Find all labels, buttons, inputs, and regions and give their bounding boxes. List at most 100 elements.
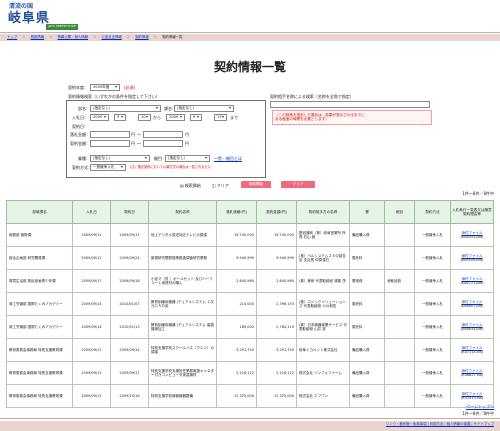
table-cell: 2009/09/17 (110, 223, 149, 247)
breadcrumb: トップ＞ 県政情報＞ 情報公開・個人情報＞ 公金支出情報＞ 契約情報＞ 契約情報… (0, 34, 500, 41)
date-to-day[interactable]: 17 (214, 114, 227, 121)
partner-name-input[interactable] (270, 101, 430, 108)
ka-select[interactable]: (指定なし) (174, 105, 234, 112)
table-cell: 数冠通商（株）岐阜営業所 所長 石山 誠 (296, 223, 350, 247)
breadcrumb-top[interactable]: トップ (7, 35, 17, 39)
col-header-keiyakubi: 契約日 (110, 200, 149, 224)
col-header-ichiran: 入札執行一覧表又は随意契約理由等 (450, 200, 494, 224)
table-row: 教育委員会事務局 特別支援教育課 2009/09/11 2009/10/16 特別支援… (6, 384, 494, 408)
col-header-aitekata: 契約相手方の名称 (296, 200, 350, 224)
table-cell: 189,000 (216, 315, 257, 339)
year-select[interactable]: 2009年度 (90, 84, 120, 91)
clear-icon[interactable]: ◫クリア (212, 183, 229, 189)
attachment-filename: (K07114.xls) (460, 350, 484, 354)
table-cell: 3,291,750 (256, 338, 297, 362)
table-cell: 小径マ（質 ）ボールセット 及びハーフコート用資材の購入 (148, 269, 217, 293)
table-cell: 教育委員会事務局 特別支援教育課 (6, 338, 73, 362)
table-cell: 2009/09/11 (72, 338, 111, 362)
site-logo[interactable]: 岐阜県 (8, 11, 50, 27)
search-button[interactable]: 検索開始 (241, 181, 271, 188)
table-cell: 2009/09/17 (72, 269, 111, 293)
kingaku-to-input[interactable] (143, 131, 183, 138)
table-cell: 2009/09/11 (72, 361, 111, 385)
keiyaku-yen-1: 円 (131, 141, 135, 146)
saimoku-select[interactable]: (指定なし) (165, 155, 210, 162)
required-mark: (必須) (124, 85, 136, 90)
table-cell: 2,640,960 (256, 269, 297, 293)
table-cell: 総合企画部 研究開発課 (6, 246, 73, 270)
clear-button[interactable]: クリア (281, 181, 315, 188)
table-cell: 2009/09/17 (110, 361, 149, 385)
keiyaku-kingaku-from-input[interactable] (90, 140, 130, 147)
table-cell: 一般競争入札 (414, 269, 451, 293)
table-cell: 2,396,153 (256, 292, 297, 316)
kingaku-from-input[interactable] (90, 131, 130, 138)
table-cell: 9,940,999 (216, 246, 257, 270)
date-to-month[interactable]: 9 (190, 114, 202, 121)
table-cell: 2009/09/14 (72, 315, 111, 339)
date-from-month[interactable]: 9 (114, 114, 126, 121)
date-from-year[interactable]: 2009 (90, 114, 109, 121)
table-cell: 教育委員会事務局 特別支援教育課 (6, 361, 73, 385)
table-cell: 特別支援学校スクールバス（ウエン）の調達 (148, 338, 217, 362)
keiyaku-kingaku-to-input[interactable] (143, 140, 183, 147)
breadcrumb-keiyaku[interactable]: 契約情報 (135, 35, 149, 39)
table-cell: 教育委員会事務局 特別支援教育課 (6, 384, 73, 408)
search-start-text: 検索開始 (184, 183, 201, 188)
footer-links[interactable]: リンク・著作権・免責事項 | 利用方法 | 個人情報の保護 | サイトマップ (386, 422, 494, 426)
table-header-row: 部局課名 入札日 契約日 契約名称 落札価格(円) 契約金額(円) 契約相手方の… (6, 200, 494, 224)
table-cell: (株）美研 代表取締役 清藤 茂 (296, 269, 350, 293)
logo-subtitle: GIFU PREFECTURE (46, 24, 78, 30)
partner-note: （この検索を指定した場合は、結果が表示されるまでに ある程度の時間を必要とします… (272, 110, 432, 125)
table-cell: 備品購入費 (349, 338, 385, 362)
breadcrumb-joho-kokai[interactable]: 情報公開・個人情報 (58, 35, 89, 39)
saimoku-help-link[interactable]: 一覧・細目とは (214, 156, 242, 162)
search-icon[interactable]: ▤検索開始 (180, 183, 201, 189)
attachment-cell: 添付ファイル (K06553.pdf) (450, 223, 494, 247)
table-cell: 一般競争入札 (414, 246, 451, 270)
table-cell: 19,740,000 (256, 223, 297, 247)
breadcrumb-current: 契約情報一覧 (162, 35, 183, 40)
table-cell: 需用費 (349, 269, 385, 293)
hoshiki-label: 契約方式： (72, 165, 92, 170)
table-cell: 2,784,119 (256, 315, 297, 339)
table-cell (384, 292, 415, 316)
kingaku-label: 落札金額： (70, 132, 90, 137)
table-cell (384, 223, 415, 247)
attachment-cell: 添付ファイル (K06634.pdf) (450, 315, 494, 339)
bu-select[interactable]: (指定なし) (90, 105, 161, 112)
year-label: 契約年度： (68, 85, 88, 90)
table-cell: 委託料 (349, 315, 385, 339)
page-title: 契約情報一覧 (213, 60, 286, 74)
attachment-filename: (K06721.pdf) (460, 281, 484, 285)
table-cell: 岐阜トヨペット株式会社 (296, 338, 350, 362)
date-to-year[interactable]: 2009 (166, 114, 185, 121)
table-cell (384, 246, 415, 270)
gyoshu-select[interactable]: (指定なし) (90, 155, 150, 162)
table-row: 総合企画部 研究開発課 2009/09/11 2009/09/24 新規研究開発施策推… (6, 246, 494, 270)
hoshiki-select[interactable]: 一般競争入札 (90, 164, 126, 171)
table-cell: 2,216,172 (256, 361, 297, 385)
table-row: 総務部 管財課 2009/09/11 2009/09/17 地上デジタル放送対応テレビ… (6, 223, 494, 247)
table-cell: 2009/09/11 (72, 384, 111, 408)
table-cell: 委託料 (349, 246, 385, 270)
table-cell: 株式会社 インフォファーム (296, 361, 350, 385)
breadcrumb-kensei[interactable]: 県政情報 (31, 35, 45, 39)
footer-divider (0, 418, 500, 419)
table-cell: 2009/09/11 (72, 246, 111, 270)
gyoshu-label: 業種： (78, 156, 90, 161)
table-cell: 17,325,000 (216, 384, 257, 408)
hoshiki-note: (注）随意契約において公募方式の場合は一覧されません (130, 165, 211, 169)
col-header-saimoku: 細目 (384, 200, 415, 224)
table-cell: 2009/09/14 (72, 292, 111, 316)
attachment-cell: 添付ファイル (K06559.pdf) (450, 246, 494, 270)
table-cell (384, 338, 415, 362)
table-cell: 教育訓練用機器 (デュアルシステム 複雑機械加工 (148, 315, 217, 339)
page-top-link[interactable]: ページトップへ (466, 404, 494, 410)
table-cell: 210,000 (216, 292, 257, 316)
table-cell: 株式会社 エフワン (296, 384, 350, 408)
breadcrumb-kokin[interactable]: 公金支出情報 (101, 35, 121, 39)
table-cell: 備品購入費 (349, 361, 385, 385)
date-from-day[interactable]: 10 (138, 114, 151, 121)
col-header-hoho: 契約方法 (414, 200, 451, 224)
